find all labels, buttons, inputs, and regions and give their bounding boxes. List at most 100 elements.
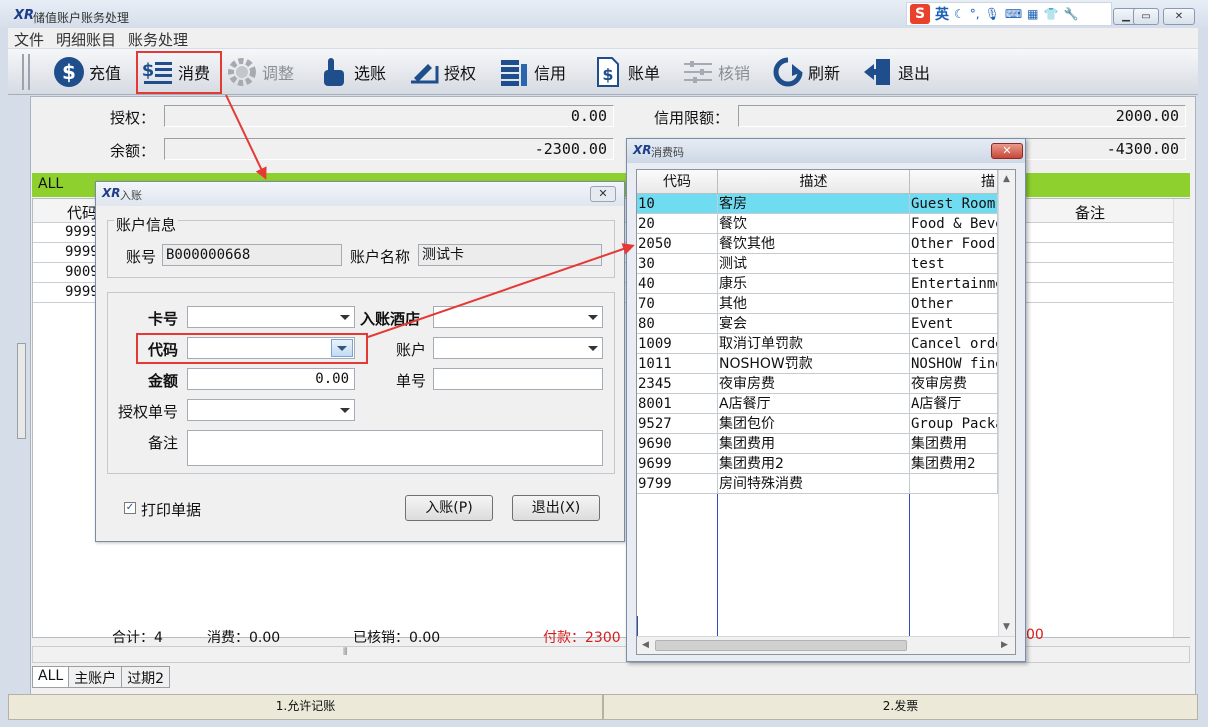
list-item[interactable]: 40 康乐 Entertainme	[637, 274, 998, 294]
row-code: 9999	[65, 244, 99, 260]
column-header-note[interactable]: 备注	[1075, 202, 1105, 223]
wrench-icon[interactable]: 🔧	[1063, 7, 1078, 21]
list-item[interactable]: 9690 集团费用 集团费用	[637, 434, 998, 454]
writeoff-button[interactable]: 核销	[682, 53, 750, 91]
ime-mode-indicator[interactable]: 英	[935, 4, 949, 24]
ime-toolbar[interactable]: S 英 ☾ °, 🎙 ⌨ ▦ 👕 🔧	[906, 2, 1112, 26]
close-icon[interactable]: ✕	[590, 186, 616, 202]
list-item[interactable]: 2050 餐饮其他 Other Food	[637, 234, 998, 254]
note-textarea[interactable]	[187, 430, 603, 466]
column-header-description-en[interactable]: 描	[910, 170, 998, 194]
entry-dialog-titlebar[interactable]: XR 入账 ✕	[96, 182, 624, 206]
status-allow-posting: 1.允许记账	[8, 694, 603, 720]
card-no-dropdown[interactable]	[187, 306, 355, 328]
scroll-right-icon[interactable]: ▶	[1001, 640, 1008, 650]
footer-payment: 付款：2300	[543, 630, 621, 646]
close-window-button[interactable]: ✕	[1163, 8, 1195, 25]
credit-button[interactable]: 信用	[498, 53, 566, 91]
bill-no-input[interactable]	[433, 368, 603, 390]
code-cell-code: 1011	[637, 354, 718, 374]
balance-label: 余额：	[110, 142, 156, 160]
select-account-button[interactable]: 选账	[318, 53, 386, 91]
list-item[interactable]: 1011 NOSHOW罚款 NOSHOW fine	[637, 354, 998, 374]
auth-no-dropdown[interactable]	[187, 399, 355, 421]
code-cell-en: NOSHOW fine	[910, 354, 998, 374]
code-cell-en: Guest Room	[910, 194, 998, 214]
column-header-description[interactable]: 描述	[718, 170, 910, 194]
status-invoice: 2.发票	[603, 694, 1198, 720]
recharge-button[interactable]: $ 充值	[53, 53, 121, 91]
authorize-button[interactable]: 授权	[408, 53, 476, 91]
post-hotel-dropdown[interactable]	[433, 306, 603, 328]
amount-input[interactable]: 0.00	[187, 368, 355, 390]
recharge-label: 充值	[89, 64, 122, 83]
group-strip-label: ALL	[38, 176, 64, 192]
hand-pointer-icon	[324, 58, 344, 86]
list-item[interactable]: 30 测试 test	[637, 254, 998, 274]
list-item[interactable]: 9527 集团包价 Group Packa	[637, 414, 998, 434]
app-logo-icon: XR	[633, 143, 652, 157]
grid-icon[interactable]: ▦	[1027, 7, 1038, 21]
tab-expired[interactable]: 过期2	[121, 666, 171, 688]
tab-main-account[interactable]: 主账户	[68, 666, 123, 688]
post-hotel-label: 入账酒店	[360, 310, 421, 328]
code-cell-code: 1009	[637, 334, 718, 354]
list-item[interactable]: 9799 房间特殊消费	[637, 474, 998, 494]
list-item[interactable]: 1009 取消订单罚款 Cancel orde	[637, 334, 998, 354]
dialog-exit-button[interactable]: 退出(X)	[512, 495, 600, 521]
list-item[interactable]: 70 其他 Other	[637, 294, 998, 314]
list-item[interactable]: 8001 A店餐厅 A店餐厅	[637, 394, 998, 414]
keyboard-icon[interactable]: ⌨	[1005, 7, 1022, 21]
grid-vertical-scrollbar[interactable]	[1173, 199, 1190, 637]
code-horizontal-scrollbar[interactable]: ◀ ▶	[637, 636, 1015, 654]
code-cell-desc: 其他	[718, 294, 910, 314]
scroll-up-icon[interactable]: ▲	[1003, 174, 1010, 184]
column-header-code[interactable]: 代码	[67, 202, 97, 223]
toolbar-grip[interactable]	[22, 54, 30, 90]
exit-button[interactable]: 退出	[862, 53, 930, 91]
code-cell-en: Event	[910, 314, 998, 334]
code-cell-code: 80	[637, 314, 718, 334]
scroll-down-icon[interactable]: ▼	[1003, 622, 1010, 632]
code-cell-en: Cancel orde	[910, 334, 998, 354]
skin-icon[interactable]: 👕	[1044, 7, 1059, 21]
print-receipt-checkbox[interactable]: ✓	[124, 502, 136, 514]
print-receipt-label: 打印单据	[141, 501, 202, 519]
punctuation-icon[interactable]: °,	[970, 7, 980, 21]
code-cell-desc: 康乐	[718, 274, 910, 294]
list-item[interactable]: 80 宴会 Event	[637, 314, 998, 334]
authorize-label: 授权	[444, 64, 477, 83]
code-cell-code: 10	[637, 194, 718, 214]
microphone-icon[interactable]: 🎙	[985, 7, 1000, 21]
list-item[interactable]: 9699 集团费用2 集团费用2	[637, 454, 998, 474]
list-item[interactable]: 20 餐饮 Food & Beve	[637, 214, 998, 234]
refresh-icon	[773, 57, 803, 87]
account-name-field: 测试卡	[418, 244, 602, 266]
post-button[interactable]: 入账(P)	[405, 495, 493, 521]
moon-icon[interactable]: ☾	[954, 7, 965, 21]
account-dropdown[interactable]	[433, 337, 603, 359]
menu-ledger-details[interactable]: 明细账目	[56, 29, 116, 50]
close-icon[interactable]: ✕	[991, 143, 1023, 159]
tab-all[interactable]: ALL	[32, 666, 70, 688]
ime-logo-icon[interactable]: S	[910, 4, 930, 24]
list-item[interactable]: 10 客房 Guest Room	[637, 194, 998, 214]
code-cell-code: 20	[637, 214, 718, 234]
maximize-button[interactable]: ▭	[1133, 8, 1159, 25]
chevron-down-icon	[340, 408, 350, 413]
column-header-code[interactable]: 代码	[637, 170, 718, 194]
menu-file[interactable]: 文件	[14, 29, 44, 50]
splitter-handle[interactable]	[17, 343, 26, 439]
card-no-label: 卡号	[148, 310, 179, 328]
adjust-button[interactable]: 调整	[226, 53, 294, 91]
menu-account-processing[interactable]: 账务处理	[128, 29, 188, 50]
code-list-grid[interactable]: 代码 描述 描 10 客房 Guest Room 20 餐饮 Food & Beve 205…	[636, 169, 1016, 655]
code-dialog-titlebar[interactable]: XR 消费码 ✕	[627, 139, 1025, 163]
scroll-thumb[interactable]	[655, 640, 907, 651]
code-vertical-scrollbar[interactable]: ▲ ▼	[998, 170, 1015, 636]
scroll-left-icon[interactable]: ◀	[642, 640, 649, 650]
refresh-button[interactable]: 刷新	[772, 53, 840, 91]
credit-limit-label: 信用限额：	[654, 109, 730, 127]
list-item[interactable]: 2345 夜审房费 夜审房费	[637, 374, 998, 394]
bill-button[interactable]: $ 账单	[592, 53, 660, 91]
